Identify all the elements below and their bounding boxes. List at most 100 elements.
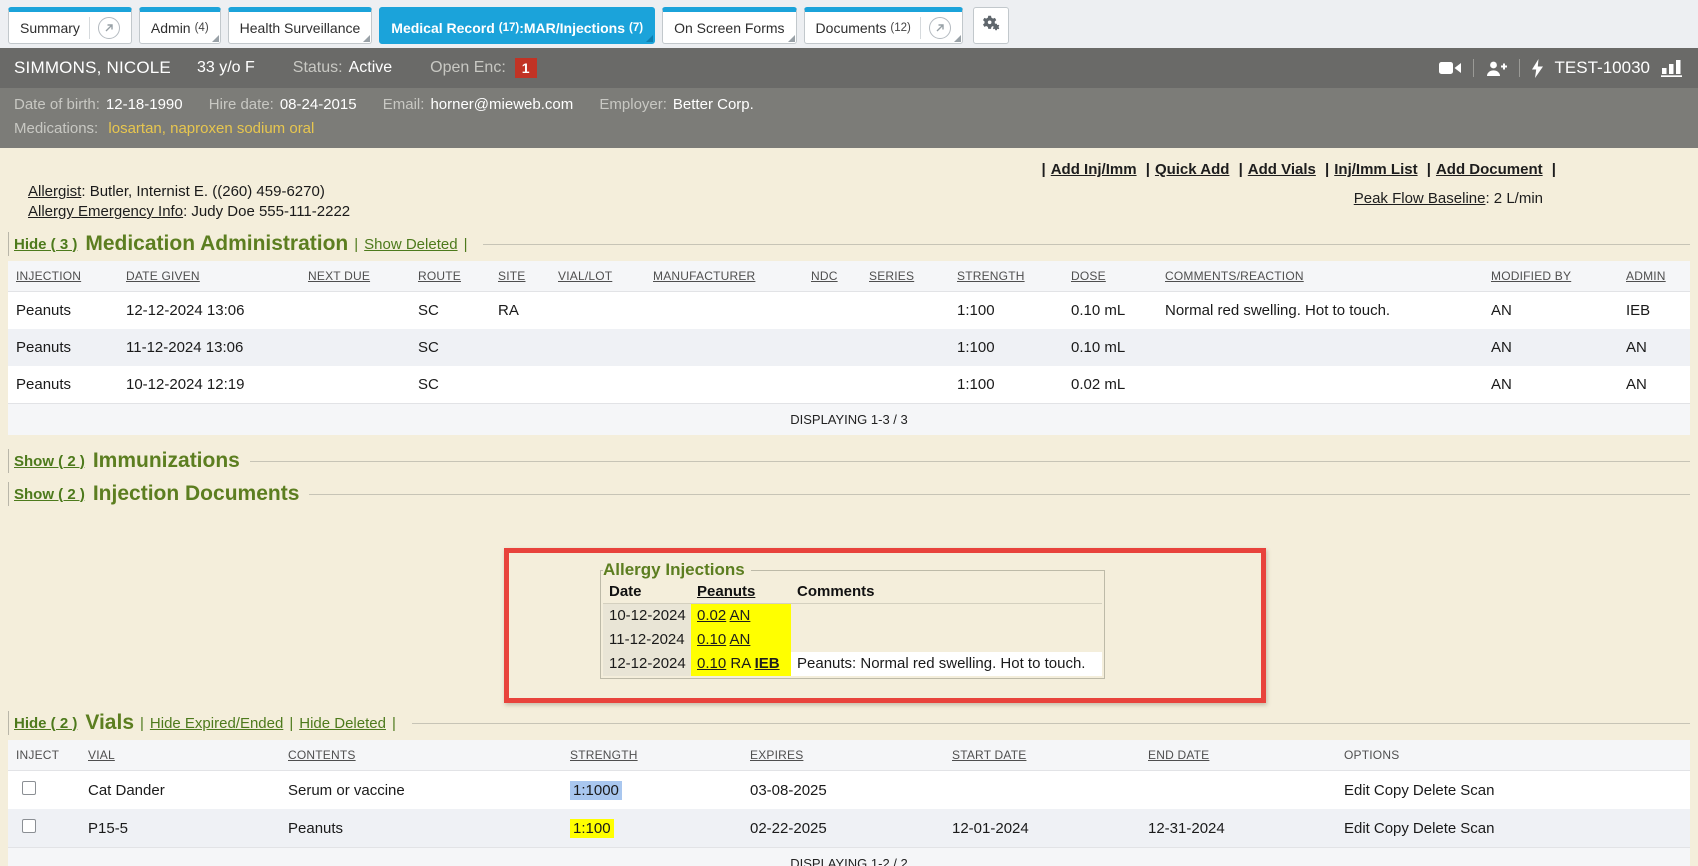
cell-strength: 1:100 bbox=[949, 329, 1063, 366]
cell-date-given: 11-12-2024 13:06 bbox=[118, 329, 300, 366]
scan-link[interactable]: Scan bbox=[1460, 782, 1494, 799]
tab-subcount: (7) bbox=[629, 22, 643, 34]
cell-comments bbox=[1157, 366, 1483, 404]
section-rule bbox=[309, 494, 1690, 495]
column-header-peanuts[interactable]: Peanuts bbox=[691, 580, 791, 604]
column-header[interactable]: COMMENTS/REACTION bbox=[1157, 261, 1483, 292]
column-header[interactable]: ROUTE bbox=[410, 261, 490, 292]
hide-toggle-link[interactable]: Hide ( 3 ) bbox=[14, 236, 77, 253]
hide-deleted-link[interactable]: Hide Deleted bbox=[299, 715, 386, 732]
lightning-icon[interactable] bbox=[1531, 59, 1544, 78]
cell-admin: AN bbox=[1618, 329, 1690, 366]
copy-link[interactable]: Copy bbox=[1374, 782, 1409, 799]
vial-row: Cat Dander Serum or vaccine 1:1000 03-08… bbox=[8, 771, 1690, 810]
tab-label: Health Surveillance bbox=[240, 20, 361, 36]
allergy-emergency-info-link[interactable]: Allergy Emergency Info bbox=[28, 203, 183, 220]
medication-link[interactable]: naproxen sodium oral bbox=[170, 120, 314, 137]
tab-documents[interactable]: Documents (12) bbox=[804, 7, 963, 44]
flowsheet-chart-icon[interactable] bbox=[1661, 59, 1684, 77]
tab-on-screen-forms[interactable]: On Screen Forms bbox=[662, 7, 796, 44]
popout-icon[interactable] bbox=[929, 17, 951, 39]
hide-expired-ended-link[interactable]: Hide Expired/Ended bbox=[150, 715, 283, 732]
column-header[interactable]: MODIFIED BY bbox=[1483, 261, 1618, 292]
popout-segment bbox=[920, 17, 951, 39]
column-header[interactable]: NEXT DUE bbox=[300, 261, 410, 292]
cell-ndc bbox=[803, 329, 861, 366]
delete-link[interactable]: Delete bbox=[1413, 820, 1456, 837]
column-header[interactable]: ADMIN bbox=[1618, 261, 1690, 292]
allergist-link[interactable]: Allergist bbox=[28, 183, 81, 200]
cell-route: SC bbox=[410, 366, 490, 404]
cell-options: EditCopyDeleteScan bbox=[1336, 809, 1690, 848]
mar-row[interactable]: Peanuts12-12-2024 13:06SCRA1:1000.10 mLN… bbox=[8, 292, 1690, 330]
video-call-icon[interactable] bbox=[1439, 60, 1462, 76]
tab-summary[interactable]: Summary bbox=[8, 7, 132, 44]
cell-contents: Serum or vaccine bbox=[280, 771, 562, 810]
peak-flow-baseline-link[interactable]: Peak Flow Baseline bbox=[1354, 190, 1486, 207]
open-enc-badge[interactable]: 1 bbox=[515, 58, 537, 78]
column-header[interactable]: DATE GIVEN bbox=[118, 261, 300, 292]
quick-add-link[interactable]: Quick Add bbox=[1155, 161, 1229, 178]
tab-fold-indicator bbox=[212, 35, 219, 42]
add-document-link[interactable]: Add Document bbox=[1436, 161, 1543, 178]
medication-link[interactable]: losartan bbox=[108, 120, 161, 137]
tab-admin[interactable]: Admin (4) bbox=[139, 7, 221, 44]
column-header[interactable]: STRENGTH bbox=[949, 261, 1063, 292]
popout-icon[interactable] bbox=[98, 17, 120, 39]
admin-initials-link[interactable]: IEB bbox=[755, 655, 780, 672]
separator: | bbox=[289, 715, 293, 732]
tab-label: Medical Record bbox=[391, 20, 494, 36]
tab-fold-indicator bbox=[788, 35, 795, 42]
cell-date: 12-12-2024 bbox=[603, 652, 691, 676]
copy-link[interactable]: Copy bbox=[1374, 820, 1409, 837]
column-header[interactable]: EXPIRES bbox=[742, 740, 944, 771]
strength-highlight: 1:100 bbox=[570, 819, 614, 838]
admin-initials-link[interactable]: AN bbox=[730, 607, 751, 624]
cell-strength: 1:100 bbox=[562, 809, 742, 848]
tab-health-surveillance[interactable]: Health Surveillance bbox=[228, 7, 373, 44]
inject-checkbox[interactable] bbox=[22, 819, 36, 833]
column-header[interactable]: CONTENTS bbox=[280, 740, 562, 771]
action-links: |Add Inj/Imm |Quick Add |Add Vials |Inj/… bbox=[1037, 161, 1561, 178]
column-header: INJECT bbox=[8, 740, 80, 771]
settings-button[interactable] bbox=[973, 7, 1009, 44]
admin-initials-link[interactable]: AN bbox=[730, 631, 751, 648]
column-header[interactable]: END DATE bbox=[1140, 740, 1336, 771]
hide-toggle-link[interactable]: Hide ( 2 ) bbox=[14, 715, 77, 732]
divider bbox=[1473, 59, 1474, 77]
add-inj-imm-link[interactable]: Add Inj/Imm bbox=[1051, 161, 1137, 178]
dose-link[interactable]: 0.10 bbox=[697, 631, 726, 648]
delete-link[interactable]: Delete bbox=[1413, 782, 1456, 799]
add-vials-link[interactable]: Add Vials bbox=[1248, 161, 1316, 178]
tab-medical-record[interactable]: Medical Record (17) :MAR/Injections (7) bbox=[379, 7, 655, 44]
column-header[interactable]: SERIES bbox=[861, 261, 949, 292]
column-header[interactable]: DOSE bbox=[1063, 261, 1157, 292]
column-header[interactable]: NDC bbox=[803, 261, 861, 292]
mar-row[interactable]: Peanuts10-12-2024 12:19SC1:1000.02 mLANA… bbox=[8, 366, 1690, 404]
scan-link[interactable]: Scan bbox=[1460, 820, 1494, 837]
column-header[interactable]: START DATE bbox=[944, 740, 1140, 771]
dose-link[interactable]: 0.02 bbox=[697, 607, 726, 624]
email-value: horner@mieweb.com bbox=[430, 96, 573, 113]
column-header[interactable]: MANUFACTURER bbox=[645, 261, 803, 292]
show-toggle-link[interactable]: Show ( 2 ) bbox=[14, 453, 85, 470]
show-deleted-link[interactable]: Show Deleted bbox=[364, 236, 457, 253]
allergy-emergency-info-value: : Judy Doe 555-111-2222 bbox=[183, 203, 350, 220]
show-toggle-link[interactable]: Show ( 2 ) bbox=[14, 486, 85, 503]
allergy-injections-title: Allergy Injections bbox=[603, 560, 751, 580]
inject-checkbox[interactable] bbox=[22, 781, 36, 795]
table-header-row: INJECT VIAL CONTENTS STRENGTH EXPIRES ST… bbox=[8, 740, 1690, 771]
column-header[interactable]: STRENGTH bbox=[562, 740, 742, 771]
column-header[interactable]: INJECTION bbox=[8, 261, 118, 292]
add-person-icon[interactable] bbox=[1485, 60, 1508, 77]
edit-link[interactable]: Edit bbox=[1344, 782, 1370, 799]
cell-next-due bbox=[300, 292, 410, 330]
cell-date: 10-12-2024 bbox=[603, 604, 691, 629]
inj-imm-list-link[interactable]: Inj/Imm List bbox=[1334, 161, 1417, 178]
edit-link[interactable]: Edit bbox=[1344, 820, 1370, 837]
column-header[interactable]: SITE bbox=[490, 261, 550, 292]
mar-row[interactable]: Peanuts11-12-2024 13:06SC1:1000.10 mLANA… bbox=[8, 329, 1690, 366]
column-header[interactable]: VIAL bbox=[80, 740, 280, 771]
column-header[interactable]: VIAL/LOT bbox=[550, 261, 645, 292]
dose-link[interactable]: 0.10 bbox=[697, 655, 726, 672]
